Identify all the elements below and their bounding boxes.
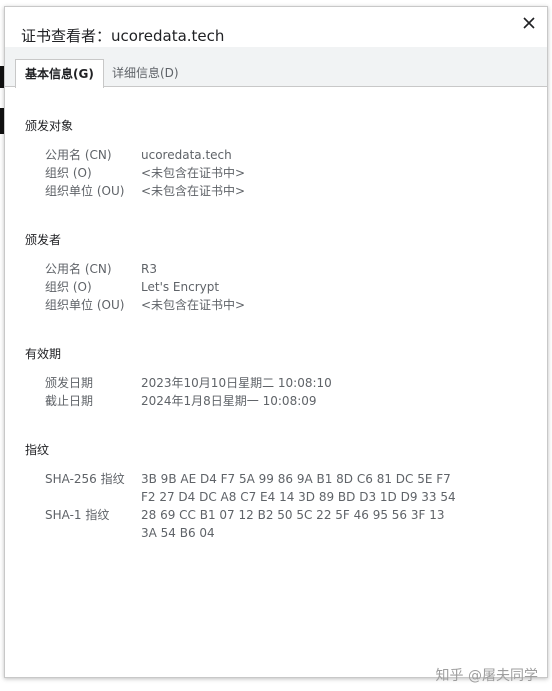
field-label: 颁发日期: [45, 376, 94, 390]
field-value: 28 69 CC B1 07 12 B2 50 5C 22 5F 46 95 5…: [141, 506, 445, 542]
watermark: 知乎 @屠夫同学: [435, 668, 538, 684]
section-fingerprints-heading: 指纹: [25, 443, 50, 457]
fingerprint-line: F2 27 D4 DC A8 C7 E4 14 3D 89 BD D3 1D D…: [141, 490, 456, 504]
field-label: 组织 (O): [45, 280, 92, 294]
field-label: 截止日期: [45, 394, 94, 408]
dialog-titlebar: 证书查看者：ucoredata.tech: [5, 7, 547, 47]
field-value: 3B 9B AE D4 F7 5A 99 86 9A B1 8D C6 81 D…: [141, 470, 456, 506]
field-value: <未包含在证书中>: [141, 166, 246, 180]
field-value: <未包含在证书中>: [141, 184, 246, 198]
sha256-fingerprint-row: SHA-256 指纹 3B 9B AE D4 F7 5A 99 86 9A B1…: [45, 470, 456, 506]
issued-to-o-row: 组织 (O) <未包含在证书中>: [45, 164, 245, 182]
issued-by-o-row: 组织 (O) Let's Encrypt: [45, 278, 219, 296]
tab-bar: 基本信息(G) 详细信息(D): [5, 47, 547, 88]
certificate-viewer-dialog: 证书查看者：ucoredata.tech 基本信息(G) 详细信息(D) 颁发对…: [4, 6, 548, 678]
field-value: ucoredata.tech: [141, 148, 232, 162]
section-issued-to-heading: 颁发对象: [25, 119, 74, 133]
validity-issued-row: 颁发日期 2023年10月10日星期二 10:08:10: [45, 374, 332, 392]
field-label: 公用名 (CN): [45, 262, 112, 276]
field-label: SHA-1 指纹: [45, 508, 110, 522]
dialog-title: 证书查看者：ucoredata.tech: [21, 27, 225, 45]
field-value: <未包含在证书中>: [141, 298, 246, 312]
issued-by-ou-row: 组织单位 (OU) <未包含在证书中>: [45, 296, 245, 314]
field-label: 组织 (O): [45, 166, 92, 180]
validity-expires-row: 截止日期 2024年1月8日星期一 10:08:09: [45, 392, 317, 410]
section-validity-heading: 有效期: [25, 347, 62, 361]
field-label: 组织单位 (OU): [45, 298, 125, 312]
field-value: Let's Encrypt: [141, 280, 220, 294]
issued-to-ou-row: 组织单位 (OU) <未包含在证书中>: [45, 182, 245, 200]
field-label: SHA-256 指纹: [45, 472, 125, 486]
sha1-fingerprint-row: SHA-1 指纹 28 69 CC B1 07 12 B2 50 5C 22 5…: [45, 506, 445, 542]
fingerprint-line: 3B 9B AE D4 F7 5A 99 86 9A B1 8D C6 81 D…: [141, 472, 451, 486]
tab-general[interactable]: 基本信息(G): [15, 59, 104, 88]
field-label: 组织单位 (OU): [45, 184, 125, 198]
field-value: R3: [141, 262, 157, 276]
close-button[interactable]: [519, 13, 539, 33]
field-value: 2024年1月8日星期一 10:08:09: [141, 394, 317, 408]
close-icon: [523, 17, 535, 29]
fingerprint-line: 3A 54 B6 04: [141, 526, 215, 540]
issued-to-cn-row: 公用名 (CN) ucoredata.tech: [45, 146, 232, 164]
section-issued-by-heading: 颁发者: [25, 233, 62, 247]
fingerprint-line: 28 69 CC B1 07 12 B2 50 5C 22 5F 46 95 5…: [141, 508, 445, 522]
field-label: 公用名 (CN): [45, 148, 112, 162]
tab-details[interactable]: 详细信息(D): [103, 59, 188, 87]
field-value: 2023年10月10日星期二 10:08:10: [141, 376, 332, 390]
issued-by-cn-row: 公用名 (CN) R3: [45, 260, 157, 278]
